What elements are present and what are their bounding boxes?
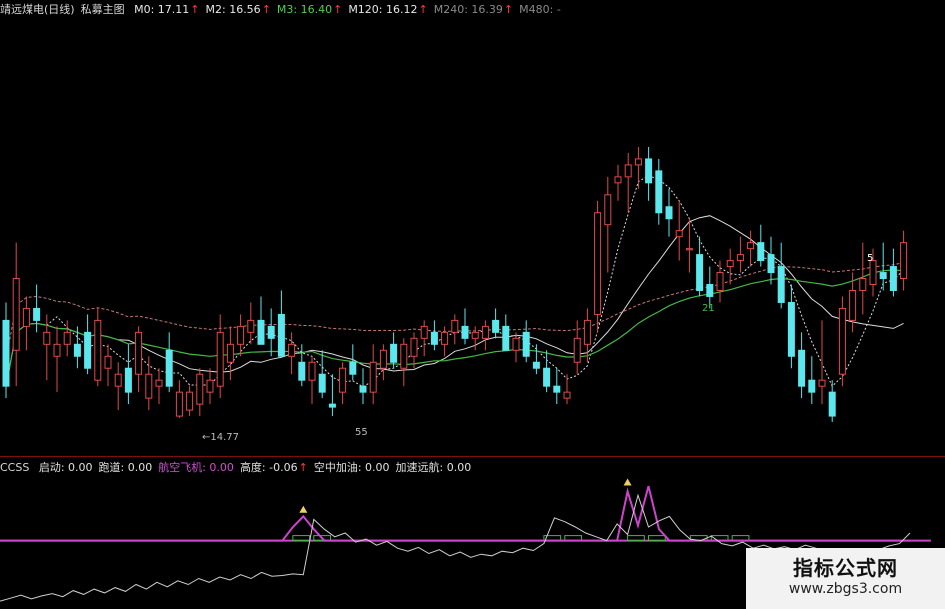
ccss-magenta-line [0, 485, 931, 542]
watermark-url: www.zbgs3.com [788, 581, 903, 597]
signal-triangle-icon [299, 505, 308, 513]
stock-chart-screen: 靖远煤电(日线) 私募主图 M0: 17.11↑ M2: 16.56↑ M3: 16.… [0, 0, 945, 609]
site-watermark: 指标公式网 www.zbgs3.com [746, 548, 945, 609]
watermark-title: 指标公式网 [793, 556, 898, 580]
ccss-oscillator-chart[interactable] [0, 0, 945, 609]
signal-triangle-icon [623, 478, 632, 486]
